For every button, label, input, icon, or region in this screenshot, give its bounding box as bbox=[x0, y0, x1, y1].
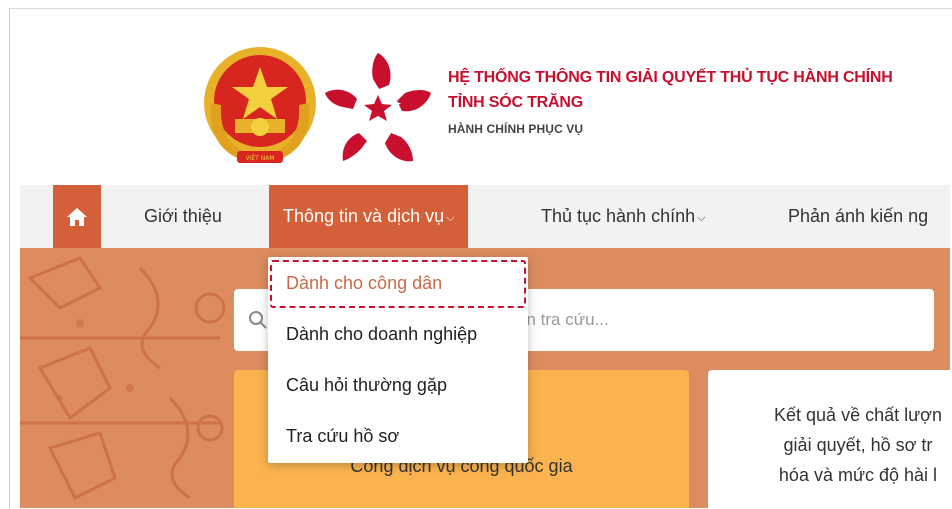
search-placeholder: ần tra cứu... bbox=[517, 310, 609, 329]
chevron-down-icon: ⌵ bbox=[446, 212, 455, 224]
nav-item-gioi-thieu[interactable]: Giới thiệu bbox=[144, 185, 222, 248]
nav-item-thong-tin-dich-vu[interactable]: Thông tin và dịch vụ ⌵ bbox=[269, 185, 469, 248]
nav-home-button[interactable] bbox=[53, 185, 101, 248]
nav-item-thu-tuc-hanh-chinh[interactable]: Thủ tục hành chính ⌵ bbox=[541, 185, 705, 248]
chevron-down-icon: ⌵ bbox=[697, 212, 706, 224]
card-right-text: Kết quả về chất lượn giải quyết, hồ sơ t… bbox=[728, 400, 950, 490]
menu-item-danh-cho-cong-dan[interactable]: Dành cho công dân bbox=[286, 273, 442, 294]
national-emblem-icon: VIỆT NAM bbox=[204, 47, 316, 163]
card-ket-qua-chat-luong[interactable]: Kết quả về chất lượn giải quyết, hồ sơ t… bbox=[708, 370, 950, 508]
site-title-line2: TỈNH SÓC TRĂNG bbox=[448, 94, 583, 111]
card-right-line: Kết quả về chất lượn bbox=[774, 405, 942, 425]
soc-trang-logo-icon bbox=[325, 53, 431, 162]
main-nav: Giới thiệu Thông tin và dịch vụ ⌵ Thủ tục… bbox=[20, 185, 950, 248]
nav-item-phan-anh-kien-nghi[interactable]: Phản ánh kiến ng bbox=[788, 185, 928, 248]
home-icon bbox=[67, 207, 87, 226]
dropdown-thong-tin-dich-vu: Dành cho công dân Dành cho doanh nghiệp … bbox=[268, 257, 528, 463]
nav-item-label: Thủ tục hành chính bbox=[541, 206, 696, 226]
site-title: HỆ THỐNG THÔNG TIN GIẢI QUYẾT THỦ TỤC HÀ… bbox=[448, 65, 893, 115]
menu-item-tra-cuu-ho-so[interactable]: Tra cứu hồ sơ bbox=[286, 426, 399, 447]
card-right-line: giải quyết, hồ sơ tr bbox=[783, 435, 933, 455]
menu-item-cau-hoi-thuong-gap[interactable]: Câu hỏi thường gặp bbox=[286, 375, 447, 396]
nav-item-label: Thông tin và dịch vụ bbox=[283, 206, 445, 226]
site-title-line1: HỆ THỐNG THÔNG TIN GIẢI QUYẾT THỦ TỤC HÀ… bbox=[448, 69, 893, 86]
search-icon bbox=[249, 311, 267, 329]
svg-text:VIỆT NAM: VIỆT NAM bbox=[245, 154, 274, 162]
card-right-line: hóa và mức độ hài l bbox=[778, 465, 938, 485]
site-subtitle: HÀNH CHÍNH PHỤC VỤ bbox=[448, 122, 584, 136]
menu-item-danh-cho-doanh-nghiep[interactable]: Dành cho doanh nghiệp bbox=[286, 324, 477, 345]
